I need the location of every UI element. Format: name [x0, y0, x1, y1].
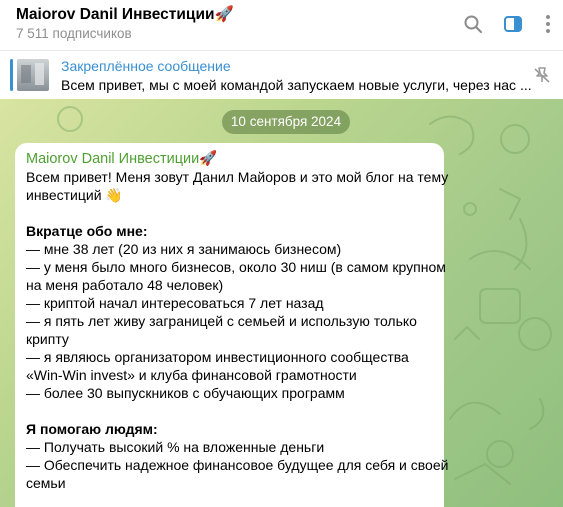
pinned-text: Всем привет, мы с моей командой запускае…: [61, 77, 532, 93]
message-heading: Вкратце обо мне:: [26, 223, 148, 239]
pinned-title: Закреплённое сообщение: [61, 58, 231, 74]
message-line: на меня работало 48 человек): [26, 277, 224, 293]
subscriber-count: 7 511 подписчиков: [16, 26, 132, 41]
message-line: — Обеспечить надежное финансовое будущее…: [26, 457, 449, 473]
sidebar-toggle-icon[interactable]: [500, 11, 526, 37]
message-line: — более 30 выпускников с обучающих прогр…: [26, 385, 345, 401]
message-line-blank: [26, 204, 438, 222]
message-line: — я являюсь организатором инвестиционног…: [26, 349, 409, 365]
message-line: «Win-Win invest» и клуба финансовой грам…: [26, 367, 357, 383]
message-line: — я пять лет живу заграницей с семьей и …: [26, 313, 417, 329]
message-line: — у меня было много бизнесов, около 30 н…: [26, 259, 446, 275]
more-vertical-icon[interactable]: [535, 11, 561, 37]
message-line: Всем привет! Меня зовут Данил Майоров и …: [26, 169, 449, 185]
message-line: — Получать высокий % на вложенные деньги: [26, 439, 325, 455]
unpin-icon[interactable]: [530, 63, 554, 87]
message-line: крипту: [26, 331, 69, 347]
message-line: инвестиций 👋: [26, 187, 123, 203]
message-line: — мне 38 лет (20 из них я занимаюсь бизн…: [26, 241, 342, 257]
message-author[interactable]: Maiorov Danil Инвестиции🚀: [26, 150, 217, 167]
channel-title[interactable]: Maiorov Danil Инвестиции🚀: [16, 5, 234, 24]
message-line-blank: [26, 402, 438, 420]
message-line: — криптой начал интересоваться 7 лет наз…: [26, 295, 324, 311]
date-separator: 10 сентября 2024: [222, 110, 350, 134]
pinned-message-bar[interactable]: Закреплённое сообщение Всем привет, мы с…: [0, 50, 563, 100]
message-bubble[interactable]: Maiorov Danil Инвестиции🚀 Всем привет! М…: [15, 143, 449, 507]
search-icon[interactable]: [460, 11, 486, 37]
message-line: семьи: [26, 475, 66, 491]
message-heading: Я помогаю людям:: [26, 421, 158, 437]
pinned-accent-bar: [10, 59, 13, 91]
pinned-thumbnail: [17, 59, 49, 91]
chat-header: Maiorov Danil Инвестиции🚀 7 511 подписчи…: [0, 0, 563, 50]
chat-area[interactable]: 10 сентября 2024 Maiorov Danil Инвестици…: [0, 99, 563, 507]
message-text: Всем привет! Меня зовут Данил Майоров и …: [26, 168, 449, 492]
